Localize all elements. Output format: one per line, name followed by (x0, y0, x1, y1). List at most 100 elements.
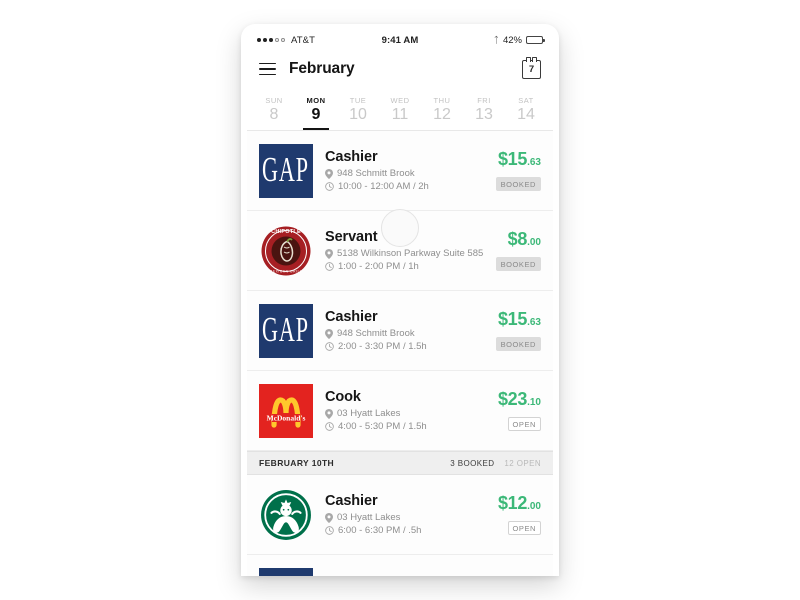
job-card[interactable]: McDonald's Cook 03 Hyatt Lakes 4:00 - 5:30 … (247, 371, 553, 451)
day-number-label: 11 (391, 106, 409, 123)
day-of-week-label: WED (390, 96, 410, 105)
day-number-label: 8 (269, 106, 279, 123)
clock-icon (325, 526, 334, 535)
job-card[interactable]: Cashier 03 Hyatt Lakes 6:00 - 6:30 PM / .5… (247, 475, 553, 555)
svg-text:CHIPOTLE: CHIPOTLE (271, 229, 301, 235)
job-time-label: 4:00 - 5:30 PM / 1.5h (338, 421, 427, 432)
job-location-label: 948 Schmitt Brook (337, 328, 415, 339)
section-booked-count: 3 BOOKED (450, 458, 495, 468)
gap-logo: GAP (259, 303, 313, 358)
job-price: $15.63 (498, 150, 541, 169)
status-bar-right: ᛏ 42% (493, 35, 545, 46)
day-cell-10[interactable]: TUE 10 (337, 87, 379, 130)
job-price: $8.00 (508, 230, 541, 249)
clock-icon (325, 262, 334, 271)
map-pin-icon (325, 168, 333, 179)
job-location-label: 5138 Wilkinson Parkway Suite 585 (337, 248, 484, 259)
day-cell-12[interactable]: THU 12 (421, 87, 463, 130)
day-number-label: 14 (517, 106, 535, 123)
day-of-week-label: MON (306, 96, 326, 105)
week-day-selector[interactable]: SUN 8 MON 9 TUE 10 WED 11 THU 12 FRI 13 SAT 14 (247, 87, 553, 131)
day-of-week-label: FRI (477, 96, 491, 105)
price-cents: .63 (527, 156, 541, 168)
section-open-count: 12 OPEN (504, 458, 541, 468)
battery-icon (526, 36, 545, 44)
hamburger-menu-icon[interactable] (259, 62, 276, 76)
price-cents: .00 (527, 500, 541, 512)
clock-icon (325, 342, 334, 351)
job-right-column: $12.00 OPEN (492, 494, 541, 536)
section-header: FEBRUARY 10TH 3 BOOKED 12 OPEN (247, 451, 553, 475)
day-cell-13[interactable]: FRI 13 (463, 87, 505, 130)
status-badge: OPEN (507, 416, 541, 432)
day-cell-14[interactable]: SAT 14 (505, 87, 547, 130)
day-cell-9[interactable]: MON 9 (295, 87, 337, 130)
job-location-row: 5138 Wilkinson Parkway Suite 585 (325, 248, 490, 259)
job-info: Cashier 03 Hyatt Lakes 6:00 - 6:30 PM / .5… (313, 493, 492, 536)
status-badge: BOOKED (495, 256, 541, 272)
job-price: $12.00 (498, 494, 541, 513)
day-number-label: 10 (349, 106, 367, 123)
price-amount: $8 (507, 228, 528, 249)
map-pin-icon (325, 328, 333, 339)
price-amount: $15 (497, 308, 528, 329)
gap-logo: GAP (259, 143, 313, 198)
page-title: February (289, 60, 355, 77)
job-info: Cook 03 Hyatt Lakes 4:00 - 5:30 PM / 1.5h (313, 389, 492, 432)
svg-text:MEXICAN GRILL: MEXICAN GRILL (270, 269, 303, 273)
job-list[interactable]: GAP Cashier 948 Schmitt Brook 10:00 - 12:00… (247, 131, 553, 576)
price-amount: $23 (497, 388, 528, 409)
calendar-icon[interactable]: 7 (522, 56, 541, 79)
job-right-column: $23.10 OPEN (492, 390, 541, 432)
job-time-row: 2:00 - 3:30 PM / 1.5h (325, 341, 490, 352)
job-card-partial[interactable]: GAP (247, 555, 553, 576)
day-of-week-label: TUE (349, 96, 367, 105)
job-time-row: 1:00 - 2:00 PM / 1h (325, 261, 490, 272)
map-pin-icon (325, 512, 333, 523)
price-cents: .00 (527, 236, 541, 248)
job-info: Cashier 948 Schmitt Brook 10:00 - 12:00 AM… (313, 149, 490, 192)
status-badge: BOOKED (495, 176, 541, 192)
status-badge: OPEN (507, 520, 541, 536)
starbucks-logo (259, 488, 313, 542)
job-location-label: 948 Schmitt Brook (337, 168, 415, 179)
day-number-label: 9 (311, 106, 321, 123)
loading-spinner (381, 209, 419, 247)
clock-icon (325, 422, 334, 431)
price-cents: .10 (527, 396, 541, 408)
job-card[interactable]: GAP Cashier 948 Schmitt Brook 10:00 - 12:00… (247, 131, 553, 211)
clock-icon (325, 182, 334, 191)
job-right-column: $15.63 BOOKED (490, 310, 541, 352)
day-of-week-label: THU (433, 96, 451, 105)
job-time-row: 4:00 - 5:30 PM / 1.5h (325, 421, 492, 432)
job-title: Cashier (325, 493, 378, 509)
day-cell-11[interactable]: WED 11 (379, 87, 421, 130)
map-pin-icon (325, 248, 333, 259)
job-location-label: 03 Hyatt Lakes (337, 408, 401, 419)
calendar-day-label: 7 (528, 64, 535, 75)
mcdonalds-logo: McDonald's (259, 383, 313, 438)
day-of-week-label: SUN (265, 96, 283, 105)
job-time-label: 1:00 - 2:00 PM / 1h (338, 261, 419, 272)
svg-text:McDonald's: McDonald's (267, 413, 306, 422)
status-bar: AT&T 9:41 AM ᛏ 42% (247, 29, 553, 51)
job-time-label: 6:00 - 6:30 PM / .5h (338, 525, 422, 536)
map-pin-icon (325, 408, 333, 419)
job-card[interactable]: GAP Cashier 948 Schmitt Brook 2:00 - 3:30 P… (247, 291, 553, 371)
job-location-label: 03 Hyatt Lakes (337, 512, 401, 523)
job-time-row: 10:00 - 12:00 AM / 2h (325, 181, 490, 192)
bluetooth-icon: ᛏ (493, 35, 499, 45)
day-cell-8[interactable]: SUN 8 (253, 87, 295, 130)
job-title: Cashier (325, 309, 378, 325)
job-time-label: 10:00 - 12:00 AM / 2h (338, 181, 429, 192)
chipotle-logo: CHIPOTLE MEXICAN GRILL (259, 224, 313, 278)
price-cents: .63 (527, 316, 541, 328)
price-amount: $12 (497, 492, 528, 513)
job-time-row: 6:00 - 6:30 PM / .5h (325, 525, 492, 536)
job-right-column: $8.00 BOOKED (490, 230, 541, 272)
gap-logo: GAP (259, 567, 313, 576)
section-counts: 3 BOOKED 12 OPEN (450, 459, 541, 468)
job-location-row: 948 Schmitt Brook (325, 328, 490, 339)
job-location-row: 948 Schmitt Brook (325, 168, 490, 179)
job-right-column: $15.63 BOOKED (490, 150, 541, 192)
